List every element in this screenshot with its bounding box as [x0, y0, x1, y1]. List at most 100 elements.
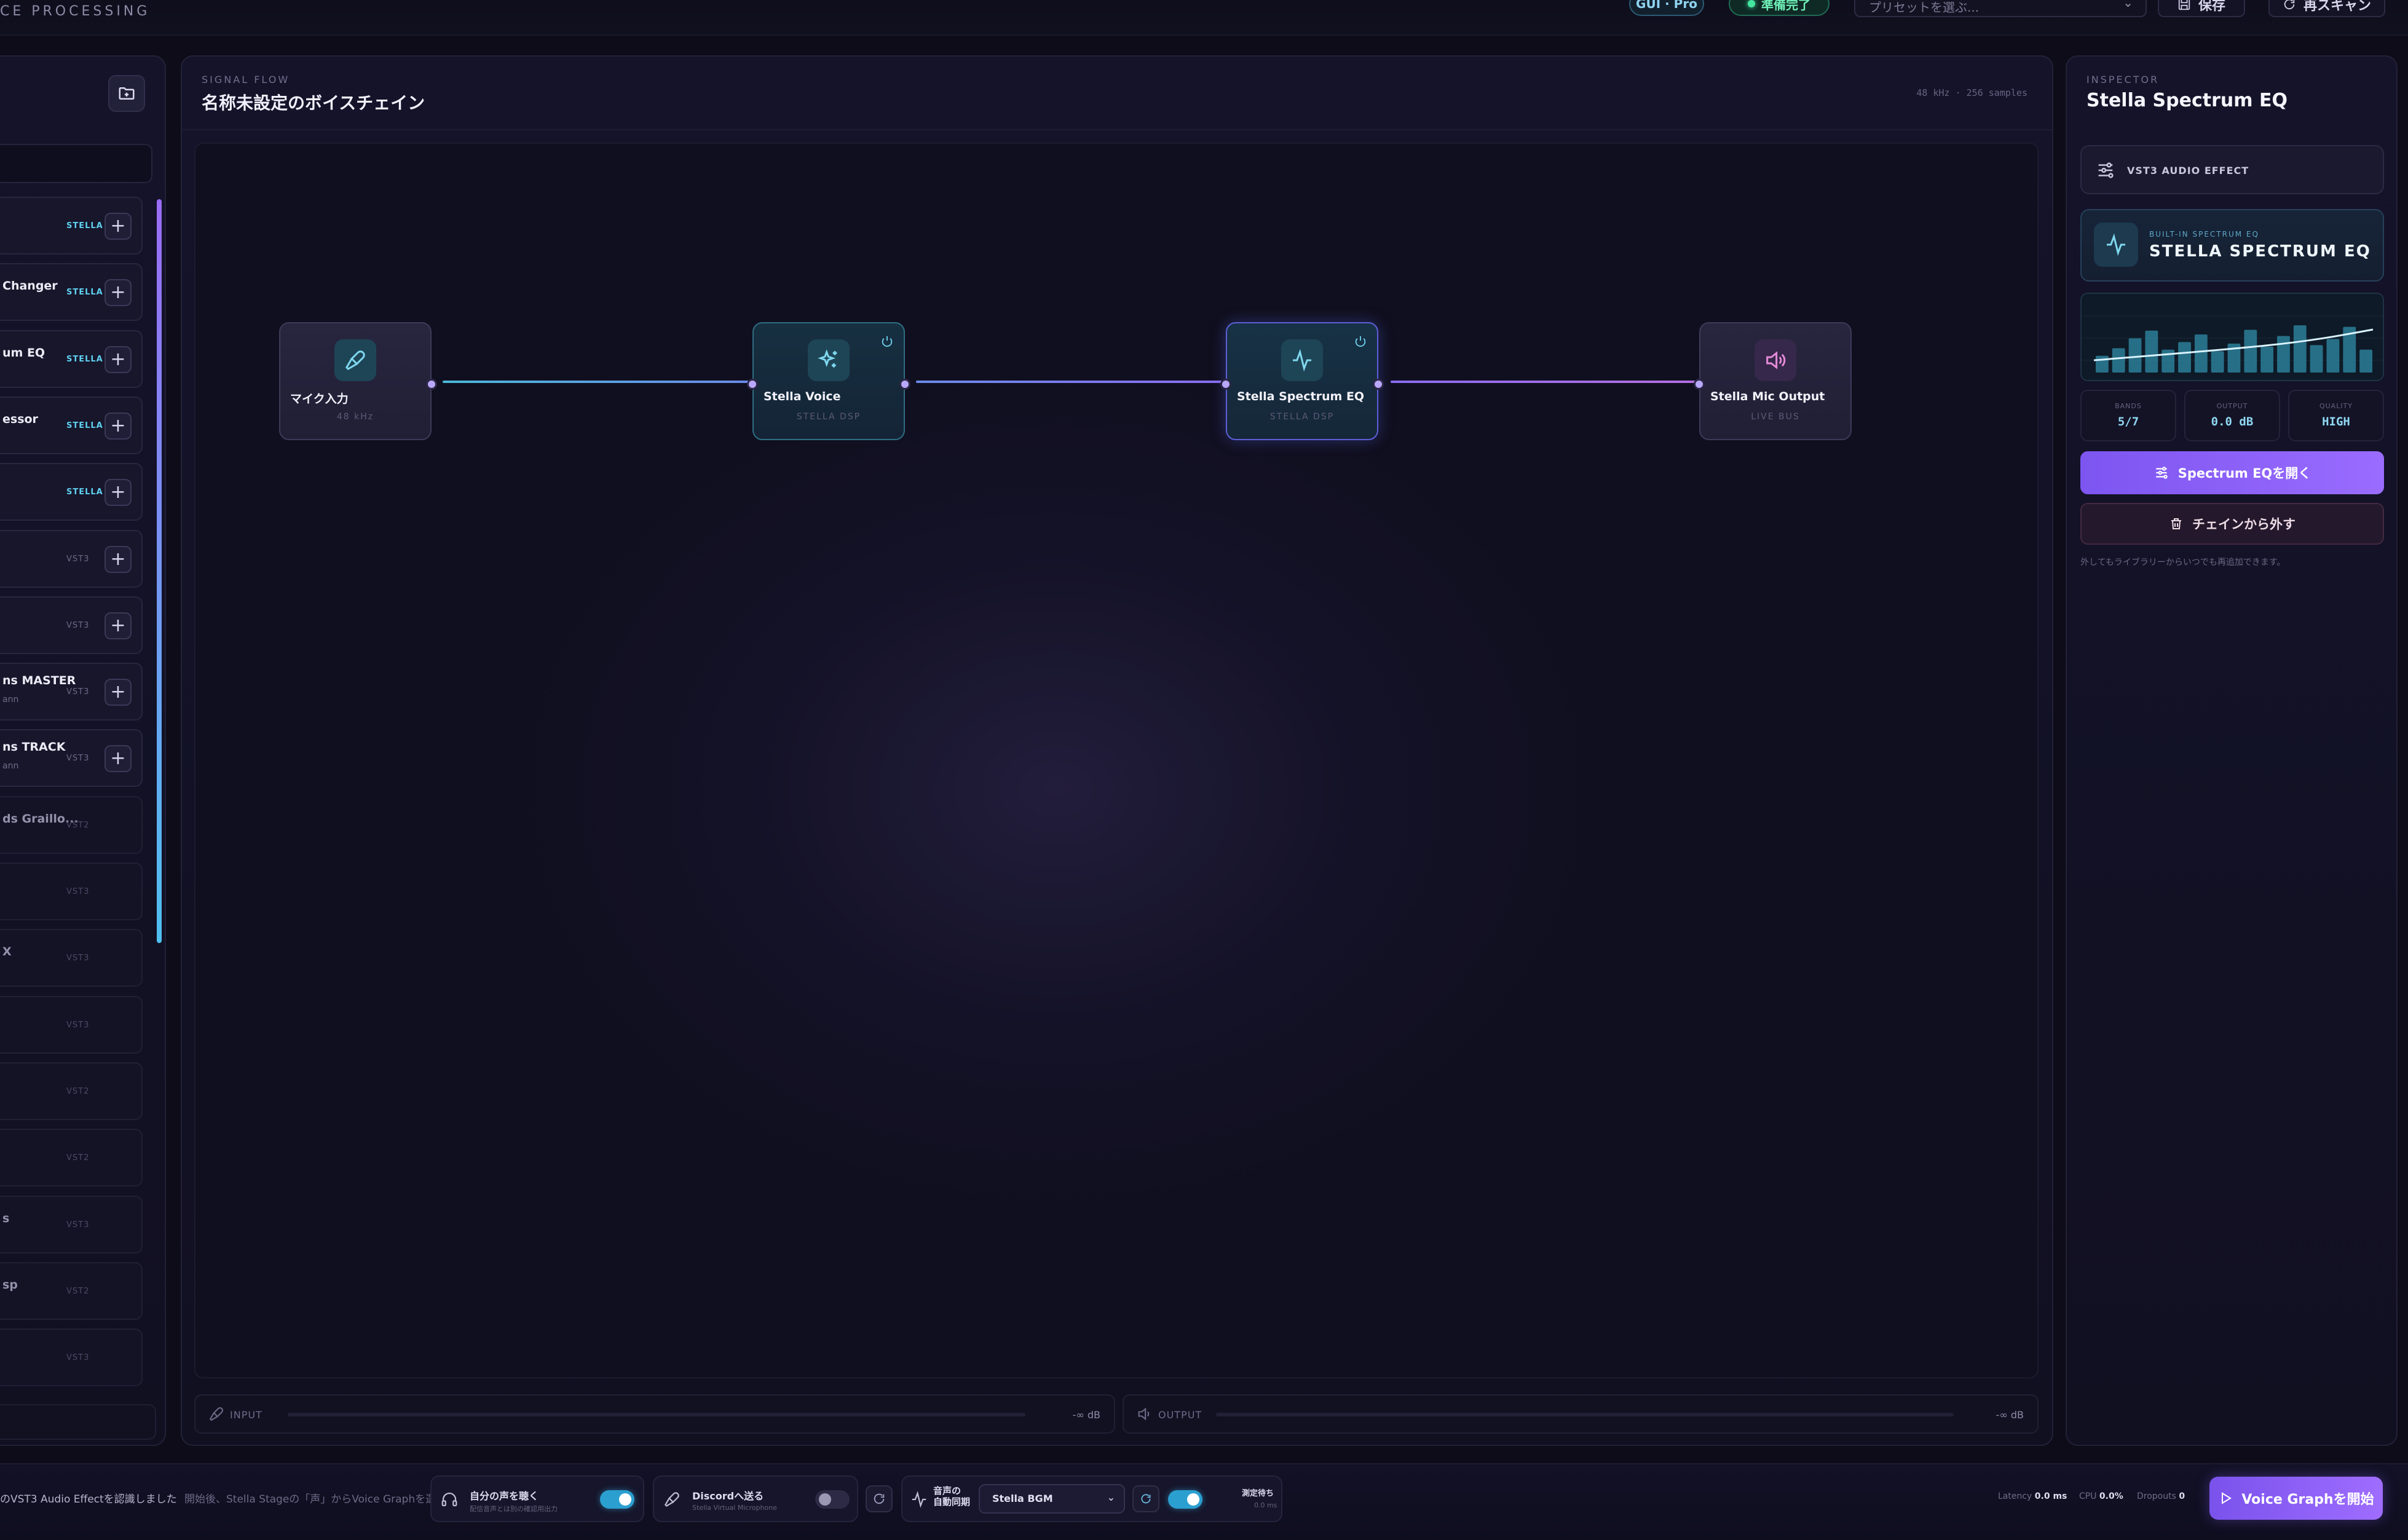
output-port[interactable]: [1373, 379, 1384, 390]
start-voice-graph-button[interactable]: Voice Graphを開始: [2209, 1477, 2383, 1520]
library-item[interactable]: VST3: [0, 996, 143, 1054]
discord-title: Discordへ送る: [692, 1490, 764, 1502]
library-item[interactable]: VST3: [0, 1329, 143, 1386]
library-item[interactable]: um EQ STELLA +: [0, 330, 143, 388]
auto-sync-toggle[interactable]: [1168, 1490, 1202, 1509]
node-subtitle: STELLA DSP: [1269, 412, 1335, 422]
chevron-down-icon: ⌄: [1107, 1491, 1115, 1503]
open-eq-button[interactable]: Spectrum EQを開く: [2080, 451, 2384, 494]
power-icon[interactable]: [880, 334, 894, 350]
library-item[interactable]: VST3 +: [0, 596, 143, 654]
add-to-chain-button[interactable]: +: [105, 279, 132, 306]
library-item-format-tag: VST3: [66, 1353, 90, 1362]
node-stella-spectrum-eq[interactable]: Stella Spectrum EQ STELLA DSP: [1220, 322, 1384, 440]
output-port[interactable]: [899, 379, 910, 390]
input-port[interactable]: [747, 379, 758, 390]
spectrum-bar: [2326, 339, 2340, 373]
library-item-format-tag: VST3: [66, 687, 90, 697]
preset-select[interactable]: プリセットを選ぶ... ⌄: [1854, 0, 2147, 17]
output-label: OUTPUT: [1158, 1409, 1202, 1421]
add-to-chain-button[interactable]: +: [105, 413, 132, 440]
library-item[interactable]: s VST3: [0, 1196, 143, 1254]
library-item[interactable]: VST2: [0, 1129, 143, 1187]
remove-label: チェインから外す: [2192, 517, 2295, 532]
node-mic-input[interactable]: マイク入力 48 kHz: [279, 322, 437, 440]
library-item-format-tag: VST2: [66, 1153, 90, 1163]
library-item[interactable]: ns MASTER ann VST3 +: [0, 663, 143, 721]
save-button[interactable]: 保存: [2158, 0, 2245, 17]
monitor-toggle[interactable]: [600, 1490, 634, 1509]
library-item-format-tag: VST3: [66, 954, 90, 963]
save-label: 保存: [2198, 0, 2225, 14]
library-item[interactable]: VST3 +: [0, 530, 143, 588]
divider: [182, 129, 2052, 130]
sync-refresh-button[interactable]: [866, 1485, 893, 1512]
library-item-format-tag: VST2: [66, 1287, 90, 1296]
library-scrollbar[interactable]: [157, 199, 162, 943]
stat-quality: QUALITY HIGH: [2288, 390, 2384, 441]
add-to-chain-button[interactable]: +: [105, 479, 132, 506]
reload-button[interactable]: 再スキャン: [2268, 0, 2385, 17]
chain-title[interactable]: 名称未設定のボイスチェイン: [202, 90, 425, 114]
input-level-track: [288, 1413, 1025, 1416]
library-item[interactable]: VST3: [0, 863, 143, 920]
open-eq-label: Spectrum EQを開く: [2177, 466, 2311, 481]
node-stella-voice[interactable]: Stella Voice STELLA DSP: [747, 322, 910, 440]
node-subtitle: STELLA DSP: [796, 412, 861, 422]
wire-voice-eq: [916, 381, 1227, 383]
inspector-title: Stella Spectrum EQ: [2086, 90, 2288, 111]
node-subtitle: LIVE BUS: [1751, 412, 1800, 422]
speaker-icon: [1766, 351, 1786, 369]
add-to-chain-button[interactable]: +: [105, 745, 132, 772]
library-item[interactable]: X VST3: [0, 929, 143, 987]
library-item[interactable]: sp VST2: [0, 1262, 143, 1320]
microphone-icon: [209, 1407, 223, 1421]
spectrum-bar: [2112, 348, 2125, 373]
add-to-chain-button[interactable]: +: [105, 213, 132, 240]
input-port[interactable]: [1220, 379, 1231, 390]
library-item-format-tag: STELLA: [66, 421, 103, 430]
folder-plus-icon: [119, 87, 135, 100]
discord-toggle[interactable]: [815, 1490, 850, 1509]
stat-value: HIGH: [2322, 415, 2350, 428]
save-icon: [2178, 0, 2190, 10]
library-item[interactable]: essor STELLA +: [0, 397, 143, 454]
spectrum-bar: [2260, 346, 2274, 373]
add-to-chain-button[interactable]: +: [105, 612, 132, 639]
sparkles-icon: [818, 349, 837, 368]
add-to-chain-button[interactable]: +: [105, 679, 132, 706]
play-icon: [2222, 1492, 2232, 1504]
power-icon[interactable]: [1354, 334, 1367, 350]
library-item[interactable]: VST2: [0, 1062, 143, 1120]
library-item[interactable]: STELLA +: [0, 463, 143, 521]
add-folder-button[interactable]: [108, 75, 145, 112]
status-badge: 準備完了: [1729, 0, 1830, 16]
library-item[interactable]: STELLA +: [0, 197, 143, 255]
sync-now-button[interactable]: [1132, 1485, 1159, 1512]
audio-format-readout: 48 kHz · 256 samples: [1916, 87, 2027, 98]
start-label: Voice Graphを開始: [2241, 1492, 2374, 1507]
library-item[interactable]: ns TRACK ann VST3 +: [0, 729, 143, 787]
node-title: Stella Mic Output: [1710, 390, 1825, 403]
wire-input-voice: [443, 381, 752, 383]
output-port[interactable]: [426, 379, 437, 390]
library-item[interactable]: ds Graillo... VST2: [0, 796, 143, 854]
input-port[interactable]: [1694, 379, 1705, 390]
activity-icon: [2107, 233, 2125, 256]
node-stella-mic-output[interactable]: Stella Mic Output LIVE BUS: [1694, 322, 1852, 440]
library-item-name: X: [2, 945, 12, 958]
bgm-value: Stella BGM: [992, 1493, 1053, 1504]
monitor-subtitle: 配信音声とは別の確認用出力: [470, 1505, 558, 1513]
node-subtitle: 48 kHz: [336, 412, 374, 422]
node-title: Stella Voice: [764, 390, 841, 403]
bgm-source-select[interactable]: Stella BGM ⌄: [979, 1484, 1125, 1514]
output-level-track: [1216, 1413, 1954, 1416]
library-search-input[interactable]: [0, 144, 152, 183]
remove-from-chain-button[interactable]: チェインから外す: [2080, 503, 2384, 545]
add-to-chain-button[interactable]: +: [105, 546, 132, 573]
library-item[interactable]: Changer STELLA +: [0, 263, 143, 321]
bottom-bar: のVST3 Audio Effectを認識しました 開始後、Stella Sta…: [0, 1463, 2408, 1540]
library-item-format-tag: VST3: [66, 1220, 90, 1230]
add-to-chain-button[interactable]: +: [105, 346, 132, 373]
graph-canvas[interactable]: マイク入力 48 kHz Stella Voice STELLA DSP Ste…: [194, 143, 2039, 1378]
